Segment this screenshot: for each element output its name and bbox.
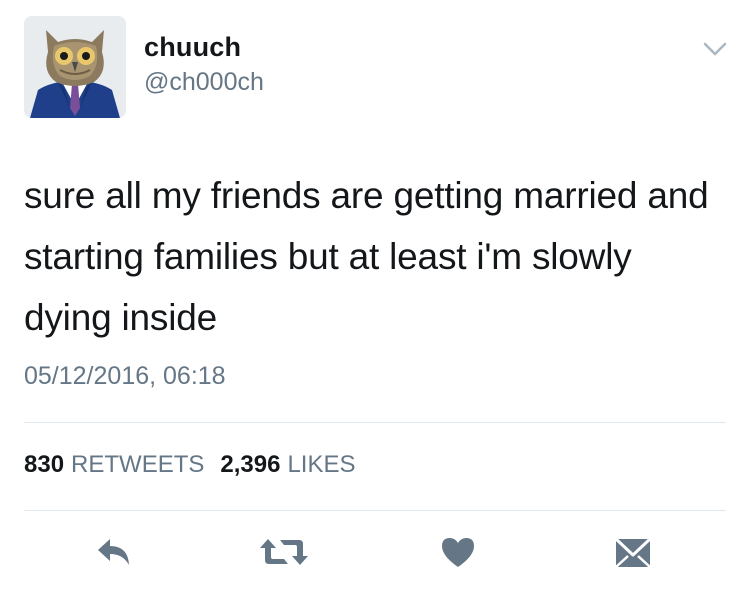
action-bar bbox=[0, 532, 750, 576]
divider bbox=[24, 510, 726, 511]
user-handle[interactable]: @ch000ch bbox=[144, 68, 264, 97]
likes-count: 2,396 bbox=[220, 451, 281, 478]
reply-icon bbox=[98, 539, 129, 565]
likes-stat[interactable]: 2,396 LIKES bbox=[220, 451, 355, 479]
chevron-down-icon[interactable] bbox=[702, 40, 728, 58]
owl-avatar-icon bbox=[24, 16, 126, 118]
direct-message-button[interactable] bbox=[612, 532, 654, 572]
retweet-button[interactable] bbox=[258, 532, 310, 572]
reply-button[interactable] bbox=[94, 532, 134, 572]
like-button[interactable] bbox=[438, 532, 478, 572]
tweet-text: sure all my friends are getting married … bbox=[24, 175, 709, 338]
retweets-stat[interactable]: 830 RETWEETS bbox=[24, 451, 204, 479]
heart-icon bbox=[442, 538, 474, 567]
tweet-stats: 830 RETWEETS 2,396 LIKES bbox=[24, 451, 372, 479]
retweets-label: RETWEETS bbox=[71, 451, 205, 478]
divider bbox=[24, 422, 726, 423]
envelope-icon bbox=[614, 537, 652, 568]
tweet-timestamp[interactable]: 05/12/2016, 06:18 bbox=[24, 362, 226, 391]
retweet-icon bbox=[260, 539, 308, 565]
display-name[interactable]: chuuch bbox=[144, 32, 241, 63]
avatar[interactable] bbox=[24, 16, 126, 118]
likes-label: LIKES bbox=[287, 451, 356, 478]
retweets-count: 830 bbox=[24, 451, 65, 478]
